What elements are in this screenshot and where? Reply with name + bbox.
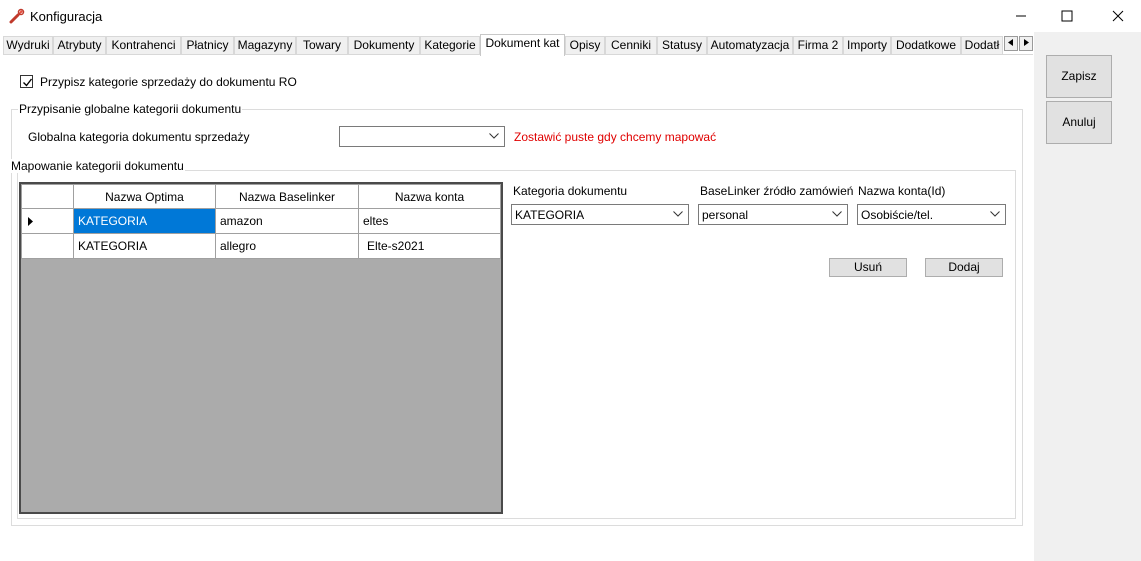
triangle-right-icon xyxy=(1024,39,1029,46)
kategoria-combo[interactable]: KATEGORIA xyxy=(511,204,689,225)
chevron-down-icon xyxy=(832,211,842,217)
global-group-title: Przypisanie globalne kategorii dokumentu xyxy=(18,102,243,116)
chevron-down-icon xyxy=(489,133,499,139)
mapping-table: Nazwa Optima Nazwa Baselinker Nazwa kont… xyxy=(21,184,501,259)
tab-strip: Wydruki Atrybuty Kontrahenci Płatnicy Ma… xyxy=(3,34,1035,56)
tab-statusy[interactable]: Statusy xyxy=(657,36,707,55)
tab-dokument-kat[interactable]: Dokument kat xyxy=(480,34,565,56)
tab-dodatkowe[interactable]: Dodatkowe xyxy=(891,36,961,55)
current-row-arrow-icon xyxy=(28,217,33,226)
column-header-nazwa-konta[interactable]: Nazwa konta xyxy=(358,184,501,209)
grid-corner-header xyxy=(21,184,74,209)
tab-atrybuty[interactable]: Atrybuty xyxy=(53,36,106,55)
grid-cell[interactable]: eltes xyxy=(358,208,501,234)
tab-wydruki[interactable]: Wydruki xyxy=(3,36,53,55)
add-button[interactable]: Dodaj xyxy=(925,258,1003,277)
tab-kategorie[interactable]: Kategorie xyxy=(420,36,480,55)
grid-header-row: Nazwa Optima Nazwa Baselinker Nazwa kont… xyxy=(21,184,501,209)
row-header[interactable] xyxy=(21,208,74,234)
global-category-label: Globalna kategoria dokumentu sprzedaży xyxy=(28,130,250,144)
tab-automatyzacja[interactable]: Automatyzacja xyxy=(707,36,793,55)
window-title: Konfiguracja xyxy=(30,9,103,24)
side-panel: Zapisz Anuluj xyxy=(1034,32,1141,561)
triangle-left-icon xyxy=(1008,39,1013,46)
column-header-nazwa-optima[interactable]: Nazwa Optima xyxy=(73,184,216,209)
global-category-combo[interactable] xyxy=(339,126,505,147)
tab-magazyny[interactable]: Magazyny xyxy=(234,36,296,55)
tab-firma-2[interactable]: Firma 2 xyxy=(793,36,843,55)
tab-scroll-right-button[interactable] xyxy=(1019,36,1033,51)
grid-cell[interactable]: KATEGORIA xyxy=(73,233,216,259)
mapping-grid[interactable]: Nazwa Optima Nazwa Baselinker Nazwa kont… xyxy=(19,182,503,514)
tab-dokumenty[interactable]: Dokumenty xyxy=(348,36,420,55)
tab-scroll-left-button[interactable] xyxy=(1004,36,1018,51)
save-button[interactable]: Zapisz xyxy=(1046,55,1112,98)
tab-dodatk-truncated[interactable]: Dodatł xyxy=(961,36,1003,55)
grid-cell[interactable]: allegro xyxy=(215,233,359,259)
table-row[interactable]: KATEGORIA amazon eltes xyxy=(21,208,501,234)
assign-categories-label: Przypisz kategorie sprzedaży do dokument… xyxy=(40,75,297,89)
assign-categories-checkbox[interactable] xyxy=(20,75,33,88)
zrodlo-combo[interactable]: personal xyxy=(698,204,848,225)
konto-value: Osobiście/tel. xyxy=(861,208,934,222)
mapping-group-title: Mapowanie kategorii dokumentu xyxy=(10,159,185,173)
chevron-down-icon xyxy=(990,211,1000,217)
close-button[interactable] xyxy=(1095,0,1141,32)
tab-opisy[interactable]: Opisy xyxy=(565,36,605,55)
grid-cell[interactable]: KATEGORIA xyxy=(73,208,216,234)
wrench-icon xyxy=(9,8,25,24)
maximize-icon xyxy=(1061,10,1073,22)
konto-combo[interactable]: Osobiście/tel. xyxy=(857,204,1006,225)
title-bar: Konfiguracja xyxy=(0,0,1141,32)
tab-cenniki[interactable]: Cenniki xyxy=(605,36,657,55)
global-category-hint: Zostawić puste gdy chcemy mapować xyxy=(514,130,717,144)
grid-cell[interactable]: Elte-s2021 xyxy=(358,233,501,259)
delete-button[interactable]: Usuń xyxy=(829,258,907,277)
tab-importy[interactable]: Importy xyxy=(843,36,891,55)
column-header-nazwa-baselinker[interactable]: Nazwa Baselinker xyxy=(215,184,359,209)
tab-towary[interactable]: Towary xyxy=(296,36,348,55)
cancel-button[interactable]: Anuluj xyxy=(1046,101,1112,144)
check-icon xyxy=(23,78,33,87)
konto-label: Nazwa konta(Id) xyxy=(858,184,946,198)
minimize-button[interactable] xyxy=(998,0,1044,32)
tab-platnicy[interactable]: Płatnicy xyxy=(181,36,234,55)
grid-cell[interactable]: amazon xyxy=(215,208,359,234)
chevron-down-icon xyxy=(673,211,683,217)
maximize-button[interactable] xyxy=(1044,0,1090,32)
tab-kontrahenci[interactable]: Kontrahenci xyxy=(106,36,181,55)
table-row[interactable]: KATEGORIA allegro Elte-s2021 xyxy=(21,233,501,259)
kategoria-label: Kategoria dokumentu xyxy=(513,184,628,198)
zrodlo-label: BaseLinker źródło zamówień xyxy=(700,184,854,198)
kategoria-value: KATEGORIA xyxy=(515,208,585,222)
minimize-icon xyxy=(1016,15,1026,17)
zrodlo-value: personal xyxy=(702,208,749,222)
row-header[interactable] xyxy=(21,233,74,259)
close-icon xyxy=(1112,10,1124,22)
